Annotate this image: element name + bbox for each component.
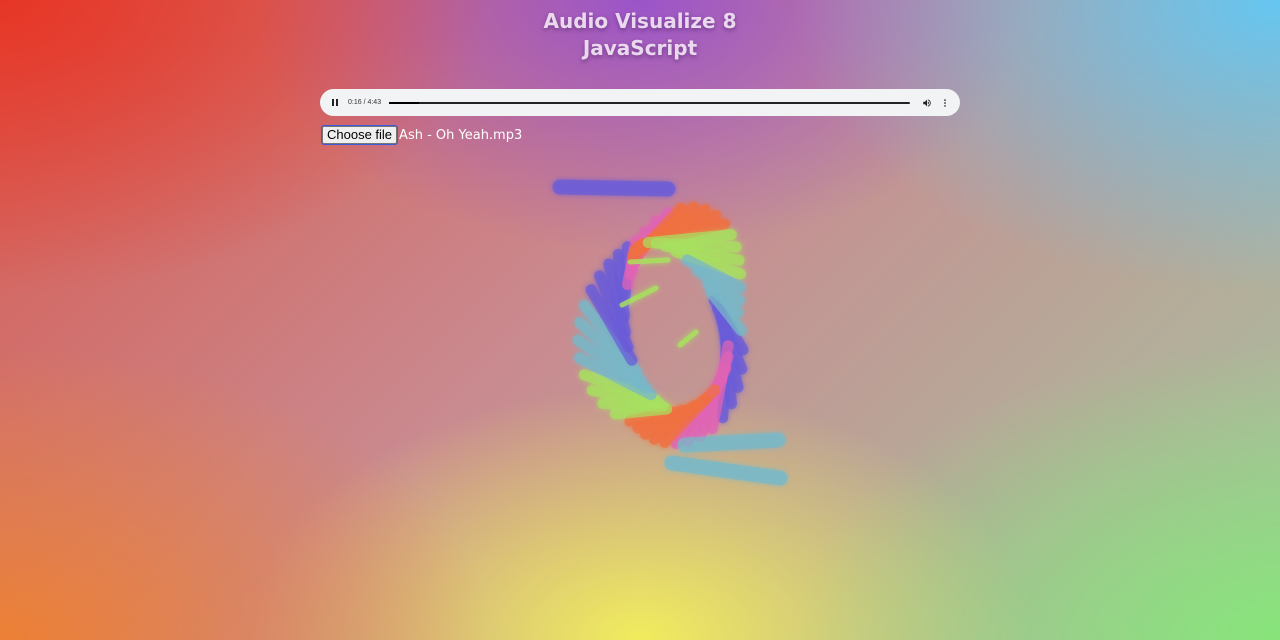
progress-bar[interactable] (389, 101, 910, 104)
visualizer-bar (677, 329, 699, 348)
page-title-line-1: Audio Visualize 8 (543, 9, 737, 33)
page-title-line-2: JavaScript (582, 36, 698, 60)
visualizer-bar (552, 179, 676, 197)
audio-visualizer-canvas (552, 179, 788, 486)
pause-button[interactable] (328, 96, 342, 110)
time-display: 0:16 / 4:43 (348, 99, 382, 106)
file-input-row: Choose file Ash - Oh Yeah.mp3 (320, 125, 523, 145)
progress-fill (389, 101, 419, 104)
visualizer-bar (664, 455, 788, 486)
more-options-button[interactable] (938, 96, 952, 110)
visualizer-bar (677, 432, 786, 453)
volume-button[interactable] (920, 96, 934, 110)
volume-icon (923, 98, 931, 107)
pause-icon (332, 99, 334, 106)
selected-file-name: Ash - Oh Yeah.mp3 (399, 127, 523, 143)
page-title: Audio Visualize 8 JavaScript (0, 8, 1280, 62)
choose-file-button[interactable]: Choose file (320, 125, 399, 145)
audio-player[interactable]: 0:16 / 4:43 (320, 89, 960, 116)
more-vert-icon (944, 98, 946, 107)
visualizer-bar (627, 257, 671, 265)
